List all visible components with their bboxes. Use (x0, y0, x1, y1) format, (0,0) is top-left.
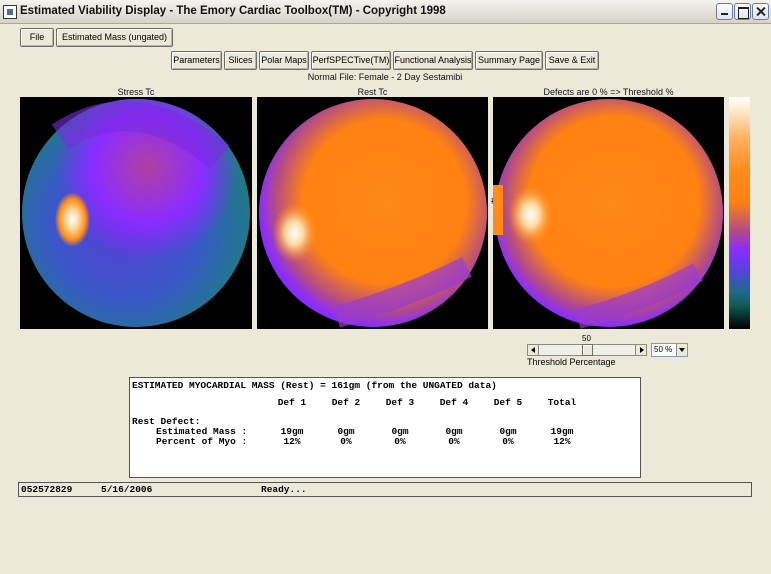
parameters-button[interactable]: Parameters (171, 51, 222, 70)
patient-id: 052572829 (21, 484, 73, 495)
slider-right-arrow[interactable] (635, 345, 646, 355)
maximize-button[interactable] (734, 3, 751, 20)
pct-total: 12% (553, 436, 571, 447)
pct-def1: 12% (283, 436, 301, 447)
header-total: Total (547, 397, 577, 408)
study-date: 5/16/2006 (101, 484, 153, 495)
stress-map-title: Stress Tc (117, 87, 155, 97)
header-def3: Def 3 (385, 397, 415, 408)
threshold-select-value: 50 % (654, 345, 673, 354)
minimize-button[interactable] (716, 3, 733, 20)
status-message: Ready... (261, 484, 307, 495)
rest-polar-map[interactable] (257, 97, 488, 329)
threshold-value-label: 50 (582, 334, 591, 343)
app-icon[interactable] (3, 5, 17, 19)
title-bar: Estimated Viability Display - The Emory … (0, 0, 771, 24)
slices-button[interactable]: Slices (224, 51, 257, 70)
functional-analysis-button[interactable]: Functional Analysis (393, 51, 473, 70)
percent-myo-label: Percent of Myo : (156, 436, 248, 447)
slider-left-arrow[interactable] (528, 345, 539, 355)
chevron-down-icon[interactable] (676, 344, 687, 356)
threshold-slider[interactable] (527, 344, 647, 356)
threshold-percentage-label: Threshold Percentage (527, 357, 616, 367)
close-button[interactable] (752, 3, 769, 20)
summary-page-button[interactable]: Summary Page (475, 51, 543, 70)
header-def1: Def 1 (277, 397, 307, 408)
pct-def4: 0% (448, 436, 460, 447)
pct-def2: 0% (340, 436, 352, 447)
header-def5: Def 5 (493, 397, 523, 408)
estimated-mass-button[interactable]: Estimated Mass (ungated) (56, 28, 173, 47)
header-def4: Def 4 (439, 397, 469, 408)
polar-maps-button[interactable]: Polar Maps (259, 51, 309, 70)
pct-def5: 0% (502, 436, 514, 447)
defect-polar-map[interactable] (493, 97, 724, 329)
color-scale-bar (729, 97, 750, 329)
window-title: Estimated Viability Display - The Emory … (20, 5, 446, 17)
pct-def3: 0% (394, 436, 406, 447)
status-bar: 052572829 5/16/2006 Ready... (18, 482, 752, 497)
rest-map-title: Rest Tc (357, 87, 388, 97)
stress-polar-map[interactable] (20, 97, 252, 329)
slider-thumb[interactable] (581, 344, 593, 356)
save-exit-button[interactable]: Save & Exit (545, 51, 599, 70)
threshold-select[interactable]: 50 % (651, 343, 688, 357)
perfspective-button[interactable]: PerfSPECTive(TM) (311, 51, 391, 70)
report-title: ESTIMATED MYOCARDIAL MASS (Rest) = 161gm… (132, 380, 497, 391)
normal-file-label: Normal File: Female - 2 Day Sestamibi (307, 72, 463, 82)
header-def2: Def 2 (331, 397, 361, 408)
mass-report-panel: ESTIMATED MYOCARDIAL MASS (Rest) = 161gm… (129, 377, 641, 478)
file-button[interactable]: File (20, 28, 54, 47)
defect-map-title: Defects are 0 % => Threshold % (543, 87, 674, 97)
